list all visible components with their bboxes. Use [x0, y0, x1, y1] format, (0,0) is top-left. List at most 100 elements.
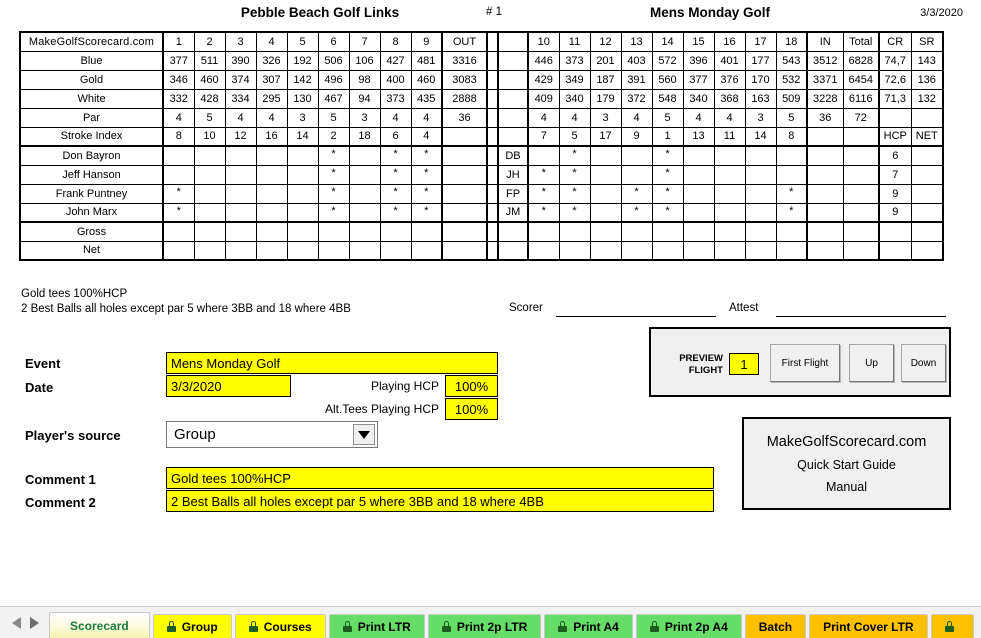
sheet-tab-print-2p-a4[interactable]: Print 2p A4 — [635, 613, 742, 638]
quick-start-guide-link[interactable]: Quick Start Guide — [797, 458, 896, 472]
sheet-tab-label: Print A4 — [573, 619, 619, 634]
stroke-star: * — [317, 183, 350, 204]
yardage: 511 — [193, 50, 226, 71]
player-initials: JH — [497, 164, 529, 185]
sheet-tab-scorecard[interactable]: Scorecard — [49, 611, 150, 638]
event-label: Event — [25, 356, 61, 371]
score-cell — [162, 145, 195, 166]
sheet-tab-print-a4[interactable]: Print A4 — [544, 613, 633, 638]
yardage: 391 — [620, 69, 653, 90]
divider-cell — [486, 88, 499, 109]
score-cell — [224, 164, 257, 185]
player-source-select[interactable]: Group — [166, 421, 378, 448]
in-score — [806, 202, 844, 223]
out-score — [441, 164, 488, 185]
scorer-signature-line[interactable] — [556, 316, 716, 317]
stroke-star: * — [410, 183, 443, 204]
note-line-1: Gold tees 100%HCP — [21, 288, 128, 300]
stroke-index-row: Stroke Index 8 10 12 16 14 2 18 6 4 7 5 17 9 1 13 11 14 8 H… — [19, 126, 944, 147]
yardage: 376 — [713, 69, 746, 90]
manual-link[interactable]: Manual — [826, 480, 867, 494]
prev-sheet-icon[interactable] — [12, 616, 21, 629]
player-row[interactable]: Don Bayron * * * DB * * 6 — [19, 145, 944, 166]
player-initials: JM — [497, 202, 529, 223]
yardage: 192 — [286, 50, 319, 71]
score-cell — [193, 183, 226, 204]
score-cell — [286, 183, 319, 204]
event-input[interactable]: Mens Monday Golf — [166, 352, 498, 374]
par-value: 4 — [224, 107, 257, 128]
score-cell — [775, 164, 808, 185]
yardage: 509 — [775, 88, 808, 109]
player-row[interactable]: Frank Puntney * * * * FP * * * * * 9 — [19, 183, 944, 204]
score-cell — [744, 202, 777, 223]
chevron-down-icon[interactable] — [353, 424, 375, 445]
summary-net — [910, 240, 944, 261]
score-cell — [286, 164, 319, 185]
sheet-tab-print-2p-ltr[interactable]: Print 2p LTR — [427, 613, 542, 638]
yardage: 373 — [558, 50, 591, 71]
par-value: 4 — [410, 107, 443, 128]
next-sheet-icon[interactable] — [30, 616, 39, 629]
down-button[interactable]: Down — [901, 344, 946, 382]
initials-header — [497, 31, 529, 52]
first-flight-button[interactable]: First Flight — [770, 344, 840, 382]
in-header: IN — [806, 31, 844, 52]
hole-header-6: 6 — [317, 31, 350, 52]
date-label: Date — [25, 380, 54, 395]
stroke-index-value: 5 — [558, 126, 591, 147]
stroke-index-value: 12 — [224, 126, 257, 147]
player-hcp: 9 — [878, 202, 912, 223]
up-button[interactable]: Up — [849, 344, 894, 382]
sheet-tab-label: Courses — [263, 619, 312, 634]
summary-cell — [527, 221, 560, 242]
yardage: 163 — [744, 88, 777, 109]
score-cell — [348, 202, 381, 223]
brand-label: MakeGolfScorecard.com — [19, 31, 164, 52]
score-cell — [775, 145, 808, 166]
site-link[interactable]: MakeGolfScorecard.com — [767, 434, 927, 450]
sheet-tab-label: Batch — [758, 619, 793, 634]
stroke-star: * — [379, 202, 412, 223]
stroke-star: * — [651, 164, 684, 185]
stroke-star: * — [379, 145, 412, 166]
score-cell — [527, 145, 560, 166]
stroke-index-value: 8 — [775, 126, 808, 147]
hole-header-5: 5 — [286, 31, 319, 52]
par-value: 5 — [193, 107, 226, 128]
sheet-tab-print-ltr[interactable]: Print LTR — [328, 613, 425, 638]
yardage: 460 — [193, 69, 226, 90]
note-line-2: 2 Best Balls all holes except par 5 wher… — [21, 303, 351, 315]
player-row[interactable]: John Marx * * * * JM * * * * * 9 — [19, 202, 944, 223]
attest-signature-line[interactable] — [776, 316, 946, 317]
in-score — [806, 164, 844, 185]
yardage: 506 — [317, 50, 350, 71]
par-row: Par 4 5 4 4 3 5 3 4 4 36 4 4 3 4 5 4 4 3 5 36 72 — [19, 107, 944, 128]
page-title-event: Mens Monday Golf — [649, 5, 770, 20]
alt-tees-playing-hcp-input[interactable]: 100% — [445, 398, 498, 420]
sheet-tab-group[interactable]: Group — [152, 613, 232, 638]
sheet-tab-print-cover-ltr[interactable]: Print Cover LTR — [809, 613, 928, 638]
stroke-star: * — [317, 145, 350, 166]
sheet-tab-batch[interactable]: Batch — [744, 613, 807, 638]
divider-cell — [486, 221, 499, 242]
lock-icon — [944, 621, 954, 632]
tee-row-blue: Blue 377 511 390 326 192 506 106 427 481 3316 446 37… — [19, 50, 944, 71]
date-input[interactable]: 3/3/2020 — [166, 375, 291, 397]
player-row[interactable]: Jeff Hanson * * * JH * * * 7 — [19, 164, 944, 185]
yardage: 548 — [651, 88, 684, 109]
score-cell — [255, 145, 288, 166]
playing-hcp-input[interactable]: 100% — [445, 375, 498, 397]
comment1-input[interactable]: Gold tees 100%HCP — [166, 467, 714, 489]
score-cell — [744, 145, 777, 166]
sheet-tab-overflow[interactable] — [930, 613, 974, 638]
stroke-index-value: 7 — [527, 126, 560, 147]
preview-flight-number-input[interactable]: 1 — [729, 353, 759, 375]
total-score — [842, 164, 880, 185]
stroke-star: * — [410, 164, 443, 185]
par-value: 3 — [286, 107, 319, 128]
sheet-tab-courses[interactable]: Courses — [234, 613, 326, 638]
score-cell — [589, 202, 622, 223]
comment2-input[interactable]: 2 Best Balls all holes except par 5 wher… — [166, 490, 714, 512]
par-value: 5 — [651, 107, 684, 128]
